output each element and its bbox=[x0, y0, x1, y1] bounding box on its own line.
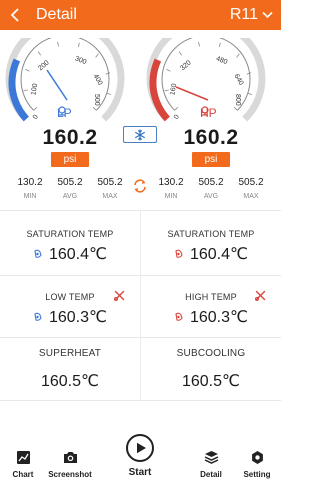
clamp-icon bbox=[175, 249, 183, 258]
hp-gauge-label: HP bbox=[200, 106, 217, 120]
chevron-down-icon bbox=[262, 11, 273, 19]
layers-icon bbox=[204, 451, 218, 464]
tab-chart[interactable]: Chart bbox=[0, 450, 46, 479]
back-button[interactable] bbox=[0, 0, 30, 30]
subcooling-cell: SUBCOOLING 160.5℃ bbox=[141, 348, 281, 391]
hp-avg-value: 505.2 bbox=[198, 177, 224, 188]
high-temp-row: 160.3℃ bbox=[141, 307, 281, 327]
snowflake-icon bbox=[135, 128, 145, 141]
saturation-temp-row: 160.4℃ bbox=[141, 244, 281, 264]
low-temp-value: 160.3℃ bbox=[48, 309, 107, 326]
saturation-temp-value: 160.4℃ bbox=[189, 246, 248, 263]
min-label: MIN bbox=[23, 193, 37, 200]
hp-pressure-value: 160.2 bbox=[183, 126, 239, 149]
hp-scale-320: 320 bbox=[179, 59, 193, 72]
hp-scale-480: 480 bbox=[215, 55, 228, 66]
refrigerant-label: R11 bbox=[229, 6, 258, 23]
tab-screenshot-label: Screenshot bbox=[48, 470, 92, 479]
refrigerant-selector[interactable]: R11 bbox=[230, 0, 273, 30]
subcooling-row: 160.5℃ bbox=[141, 371, 281, 391]
back-arrow-icon bbox=[10, 8, 19, 22]
saturation-temp-value: 160.4℃ bbox=[48, 246, 107, 263]
tool-icon bbox=[114, 290, 125, 301]
max-label: MAX bbox=[102, 193, 118, 200]
min-label: MIN bbox=[164, 193, 178, 200]
cooling-mode-button[interactable] bbox=[123, 126, 157, 143]
refresh-icon[interactable] bbox=[132, 178, 148, 194]
lp-scale-500: 500 bbox=[93, 94, 100, 106]
hp-avg: 505.2 AVG bbox=[191, 177, 231, 200]
divider bbox=[0, 400, 281, 401]
start-button[interactable]: Start bbox=[120, 434, 160, 478]
start-label: Start bbox=[128, 467, 152, 478]
lp-gauge-dial: 0 100 200 300 400 500 bbox=[5, 38, 125, 122]
hp-scale-800: 800 bbox=[234, 94, 241, 106]
saturation-temp-lp: SATURATION TEMP 160.4℃ bbox=[0, 229, 140, 264]
hp-stats: 130.2 MIN 505.2 AVG 505.2 MAX bbox=[151, 177, 271, 200]
chart-icon bbox=[16, 451, 30, 464]
lp-scale-0: 0 bbox=[32, 114, 40, 121]
lp-avg-value: 505.2 bbox=[57, 177, 83, 188]
page-title: Detail bbox=[36, 6, 77, 23]
start-circle bbox=[126, 434, 154, 462]
saturation-temp-title: SATURATION TEMP bbox=[167, 229, 255, 239]
lp-max: 505.2 MAX bbox=[90, 177, 130, 200]
detail-screen: Detail R11 0 100 200 300 400 500 LP 0 16… bbox=[0, 0, 281, 500]
tab-detail-label: Detail bbox=[200, 470, 222, 479]
hp-scale-640: 640 bbox=[233, 73, 245, 87]
lp-unit-button[interactable]: psi bbox=[51, 152, 89, 167]
lp-gauge-label: LP bbox=[57, 106, 72, 120]
lp-max-value: 505.2 bbox=[97, 177, 123, 188]
avg-label: AVG bbox=[62, 193, 78, 200]
saturation-temp-row: 160.4℃ bbox=[0, 244, 140, 264]
tool-icon bbox=[255, 290, 266, 301]
superheat-row: 160.5℃ bbox=[0, 371, 140, 391]
hp-gauge: 0 160 320 480 640 800 HP bbox=[146, 38, 276, 138]
lp-scale-400: 400 bbox=[92, 73, 104, 87]
probe-icon bbox=[201, 106, 209, 116]
avg-label: AVG bbox=[203, 193, 219, 200]
superheat-title: SUPERHEAT bbox=[38, 348, 102, 359]
lp-min: 130.2 MIN bbox=[10, 177, 50, 200]
lp-stats: 130.2 MIN 505.2 AVG 505.2 MAX bbox=[10, 177, 130, 200]
lp-scale-300: 300 bbox=[74, 55, 87, 66]
subcooling-title: SUBCOOLING bbox=[176, 348, 246, 359]
superheat-cell: SUPERHEAT 160.5℃ bbox=[0, 348, 140, 391]
tab-setting[interactable]: Setting bbox=[234, 450, 280, 479]
lp-scale-100: 100 bbox=[30, 83, 39, 96]
hp-gauge-dial: 0 160 320 480 640 800 bbox=[146, 38, 266, 122]
subcooling-value: 160.5℃ bbox=[181, 373, 240, 390]
hp-min-value: 130.2 bbox=[158, 177, 184, 188]
hp-min: 130.2 MIN bbox=[151, 177, 191, 200]
saturation-temp-title: SATURATION TEMP bbox=[26, 229, 114, 239]
max-label: MAX bbox=[243, 193, 259, 200]
hp-unit-button[interactable]: psi bbox=[192, 152, 230, 167]
saturation-temp-hp: SATURATION TEMP 160.4℃ bbox=[141, 229, 281, 264]
probe-icon bbox=[58, 106, 66, 116]
camera-icon bbox=[63, 452, 77, 463]
play-icon bbox=[136, 442, 146, 454]
tab-detail[interactable]: Detail bbox=[188, 450, 234, 479]
clamp-icon bbox=[34, 312, 42, 321]
high-temp-value: 160.3℃ bbox=[189, 309, 248, 326]
lp-avg: 505.2 AVG bbox=[50, 177, 90, 200]
clamp-icon bbox=[175, 312, 183, 321]
hp-scale-0: 0 bbox=[173, 114, 181, 121]
hp-max-value: 505.2 bbox=[238, 177, 264, 188]
lp-pressure-value: 160.2 bbox=[42, 126, 98, 149]
tab-setting-label: Setting bbox=[243, 470, 271, 479]
hp-max: 505.2 MAX bbox=[231, 177, 271, 200]
lp-scale-200: 200 bbox=[37, 59, 51, 72]
tab-chart-label: Chart bbox=[12, 470, 34, 479]
gear-icon bbox=[251, 451, 263, 464]
superheat-value: 160.5℃ bbox=[40, 373, 99, 390]
lp-min-value: 130.2 bbox=[17, 177, 43, 188]
clamp-icon bbox=[34, 249, 42, 258]
bottom-tab-bar: Chart Screenshot Start Detail Setting bbox=[0, 430, 281, 500]
tab-screenshot[interactable]: Screenshot bbox=[47, 450, 93, 479]
low-temp-row: 160.3℃ bbox=[0, 307, 140, 327]
lp-gauge: 0 100 200 300 400 500 LP bbox=[5, 38, 135, 138]
hp-scale-160: 160 bbox=[169, 83, 178, 96]
app-header: Detail R11 bbox=[0, 0, 281, 30]
